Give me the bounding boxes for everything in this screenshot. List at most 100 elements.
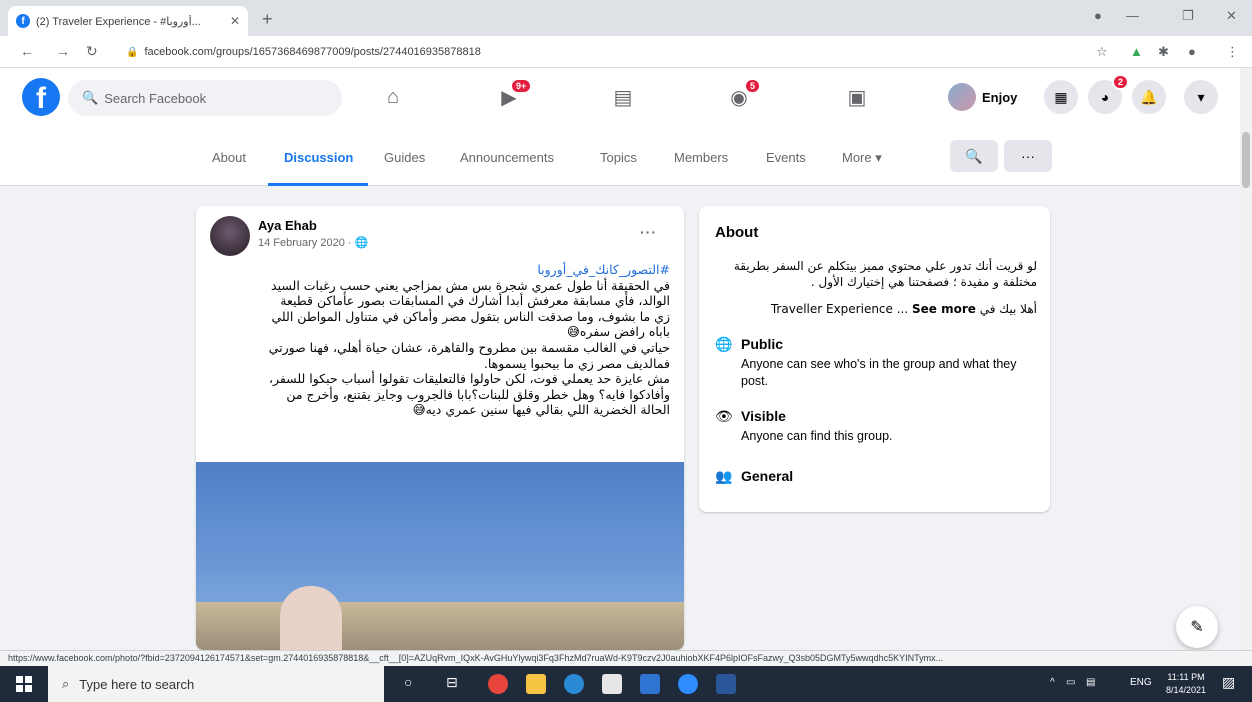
messenger-badge: 2 (1112, 74, 1130, 90)
chrome-menu-icon[interactable]: ⋮ (1226, 44, 1239, 60)
task-view-icon[interactable]: ⊟ (446, 674, 458, 691)
account-icon[interactable]: ● (1188, 44, 1196, 59)
tab-members[interactable]: Members (674, 150, 728, 165)
taskbar-clock[interactable]: 11:11 PM 8/14/2021 (1166, 671, 1206, 697)
tab-events[interactable]: Events (766, 150, 806, 165)
tab-topics[interactable]: Topics (600, 150, 637, 165)
window-close-icon[interactable]: ✕ (1226, 8, 1237, 24)
group-tabs-bar: About Discussion Guides Announcements To… (0, 126, 1240, 186)
new-tab-button[interactable]: + (262, 9, 273, 30)
windows-taskbar: ⌕ Type here to search ○ ⊟ ^ ▭ ▤ ENG 11:1… (0, 666, 1252, 702)
profile-circle-icon[interactable]: ● (1094, 8, 1102, 23)
minimize-icon[interactable]: — (1126, 8, 1139, 23)
word-icon[interactable] (716, 674, 736, 694)
post-line: فمالديف مصر زي ما بيحبوا يسموها. (483, 355, 670, 371)
group-search-icon[interactable]: 🔍 (950, 140, 998, 172)
author-avatar[interactable] (210, 216, 250, 256)
watch-badge: 9+ (510, 78, 533, 94)
facebook-top-nav: f 🔍 Search Facebook ⌂ ▶ 9+ ▤ ◉ 5 ▣ Enjoy… (0, 68, 1240, 126)
notifications-bell-icon[interactable]: 🔔 (1132, 80, 1166, 114)
zoom-icon[interactable] (678, 674, 698, 694)
mail-icon[interactable] (640, 674, 660, 694)
url-text: facebook.com/groups/1657368469877009/pos… (144, 46, 481, 58)
post-hashtag[interactable]: #التصور_كانك_في_أوروبا (210, 262, 670, 278)
profile-button[interactable]: Enjoy (948, 80, 1017, 114)
facebook-favicon-icon: f (16, 14, 30, 28)
tab-about[interactable]: About (212, 150, 246, 165)
clock-time: 11:11 PM (1167, 672, 1205, 682)
battery-icon[interactable]: ▭ (1066, 677, 1075, 688)
post-line: باباه رافض سفره😅 (566, 324, 670, 340)
about-description: لو قريت أنك تدور علي محتوي مميز بيتكلم ع… (733, 259, 1037, 289)
visible-title: Visible (741, 408, 786, 424)
notification-center-icon[interactable]: ▨ (1222, 674, 1235, 691)
group-overflow-button[interactable]: ··· (1004, 140, 1052, 172)
post-line: وأفادكوا فايه؟ وهل خطر وقلق للبنات؟بابا … (286, 386, 670, 402)
edge-icon[interactable] (564, 674, 584, 694)
profile-name: Enjoy (982, 89, 1018, 105)
post-line: مش عايزة حد يعملي فوت، لكن حاولوا فالتعل… (268, 371, 670, 387)
home-icon[interactable]: ⌂ (378, 84, 408, 110)
menu-grid-icon[interactable]: ▦ (1044, 80, 1078, 114)
bookmark-star-icon[interactable]: ☆ (1096, 44, 1108, 60)
cortana-icon[interactable]: ○ (404, 674, 412, 690)
browser-tab[interactable]: f (2) Traveler Experience - #أوروبا... ✕ (8, 6, 248, 36)
new-message-compose-button[interactable]: ✎ (1176, 606, 1218, 648)
search-placeholder: Search Facebook (104, 90, 207, 106)
facebook-search-input[interactable]: 🔍 Search Facebook (68, 80, 342, 116)
eye-icon: 👁 (715, 408, 733, 424)
tab-guides[interactable]: Guides (384, 150, 425, 165)
url-field[interactable]: 🔒 facebook.com/groups/1657368469877009/p… (114, 40, 1054, 64)
post-line: الحالة الخضرية اللي بقالي فيها سنين عمري… (412, 402, 670, 418)
file-explorer-icon[interactable] (526, 674, 546, 694)
taskbar-search-placeholder: Type here to search (79, 676, 195, 692)
photo-shore (196, 602, 684, 650)
tray-chevron-up-icon[interactable]: ^ (1050, 677, 1055, 688)
tab-announcements[interactable]: Announcements (460, 150, 554, 165)
chrome-taskbar-icon[interactable] (488, 674, 508, 694)
taskbar-search-input[interactable]: ⌕ Type here to search (48, 666, 384, 702)
link-status-bar: https://www.facebook.com/photo/?fbid=237… (0, 650, 1252, 666)
general-title: General (741, 468, 794, 484)
post-author[interactable]: Aya Ehab (258, 218, 317, 233)
store-icon[interactable] (602, 674, 622, 694)
tab-close-icon[interactable]: ✕ (230, 14, 240, 28)
search-icon: 🔍 (82, 90, 99, 105)
maximize-icon[interactable]: ❐ (1182, 8, 1194, 24)
forward-icon[interactable]: → (56, 43, 70, 59)
gaming-icon[interactable]: ▣ (842, 84, 872, 110)
avatar (948, 83, 976, 111)
input-language[interactable]: ENG (1130, 677, 1152, 688)
extensions-puzzle-icon[interactable]: ✱ (1158, 44, 1169, 60)
windows-start-icon[interactable] (16, 676, 32, 692)
see-more-link[interactable]: See more (912, 302, 976, 316)
tab-more[interactable]: More ▾ (842, 150, 882, 166)
tab-title: (2) Traveler Experience - #أوروبا... (36, 15, 201, 28)
network-icon[interactable]: ▤ (1086, 677, 1095, 688)
reload-icon[interactable]: ↻ (86, 43, 98, 60)
visible-description: Anyone can find this group. (741, 429, 893, 443)
about-welcome: أهلا بيك في Traveller Experience ... See… (715, 302, 1037, 316)
tab-discussion[interactable]: Discussion (284, 150, 353, 165)
marketplace-icon[interactable]: ▤ (608, 84, 638, 110)
public-title: Public (741, 336, 784, 352)
photo-person (280, 586, 342, 650)
back-icon[interactable]: ← (20, 43, 34, 59)
post-date[interactable]: 14 February 2020 · 🌐 (258, 236, 368, 249)
page-scrollbar[interactable] (1240, 68, 1252, 650)
post-card: Aya Ehab 14 February 2020 · 🌐 ··· #التصو… (196, 206, 684, 650)
post-body: #التصور_كانك_في_أوروبا في الحقيقة أنا طو… (210, 262, 670, 418)
about-card: About لو قريت أنك تدور علي محتوي مميز بي… (699, 206, 1050, 512)
facebook-logo-icon[interactable]: f (22, 78, 60, 116)
scrollbar-thumb[interactable] (1242, 132, 1250, 188)
lock-icon: 🔒 (126, 46, 139, 58)
drive-extension-icon[interactable]: ▲ (1130, 44, 1143, 59)
post-photo[interactable] (196, 462, 684, 650)
public-description: Anyone can see who's in the group and wh… (741, 357, 1017, 388)
post-more-button[interactable]: ··· (640, 224, 657, 240)
post-line: في الحقيقة أنا طول عمري شجرة بس مش بمزاج… (271, 277, 670, 293)
account-chevron-down-icon[interactable]: ▾ (1184, 80, 1218, 114)
post-line: حياتي في الغالب مقسمة بين مطروح والقاهرة… (268, 339, 670, 355)
groups-badge: 5 (744, 78, 762, 94)
people-icon: 👥 (715, 468, 733, 484)
